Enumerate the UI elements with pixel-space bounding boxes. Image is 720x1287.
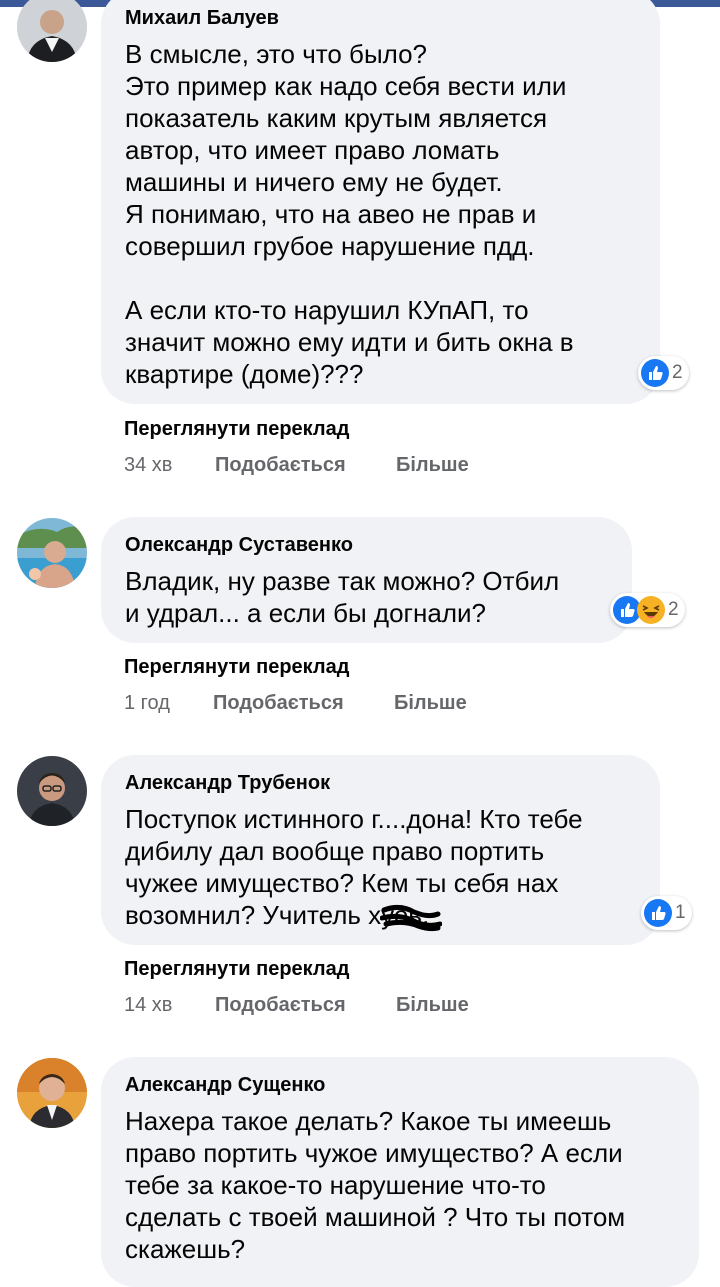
comment-bubble: Александр Сущенко Нахера такое делать? К… [101,1057,699,1287]
reaction-count: 2 [672,362,683,383]
more-button[interactable]: Більше [394,692,467,715]
avatar-photo-icon [17,518,87,588]
reaction-count: 2 [668,599,679,620]
more-button[interactable]: Більше [396,994,469,1017]
like-button[interactable]: Подобається [213,692,344,715]
like-icon [644,899,672,927]
avatar-photo-icon [17,756,87,826]
like-icon [641,359,669,387]
reaction-count: 1 [675,902,686,923]
comment-bubble: Михаил Балуев В смысле, это что было? Эт… [101,0,660,404]
avatar-photo-icon [17,0,87,62]
avatar-photo-icon [17,1058,87,1128]
see-translation-link[interactable]: Переглянути переклад [124,656,349,679]
avatar[interactable] [17,756,87,826]
see-translation-link[interactable]: Переглянути переклад [124,958,349,981]
like-button[interactable]: Подобається [215,994,346,1017]
more-button[interactable]: Більше [396,454,469,477]
comment-timestamp[interactable]: 1 год [124,692,170,715]
comment-author[interactable]: Александр Сущенко [125,1073,325,1097]
comment-bubble: Олександр Суставенко Владик, ну разве та… [101,517,632,643]
avatar[interactable] [17,518,87,588]
comment-author[interactable]: Михаил Балуев [125,6,279,30]
like-button[interactable]: Подобається [215,454,346,477]
censor-scribble-icon [380,904,442,932]
avatar[interactable] [17,0,87,62]
reaction-summary[interactable]: 2 [610,593,685,627]
haha-icon [637,596,665,624]
comment-text: Владик, ну разве так можно? Отбил и удра… [125,566,560,628]
comment-timestamp[interactable]: 34 хв [124,454,172,477]
comment-text: В смысле, это что было? Это пример как н… [125,39,574,389]
reaction-summary[interactable]: 1 [641,896,692,930]
comment-timestamp[interactable]: 14 хв [124,994,172,1017]
comment-author[interactable]: Александр Трубенок [125,771,330,795]
avatar[interactable] [17,1058,87,1128]
reaction-summary[interactable]: 2 [638,356,689,390]
see-translation-link[interactable]: Переглянути переклад [124,418,349,441]
comment-text: Нахера такое делать? Какое ты имеешь пра… [125,1106,626,1264]
comment-text: Поступок истинного г....дона! Кто тебе д… [125,804,583,930]
comment-author[interactable]: Олександр Суставенко [125,533,353,557]
